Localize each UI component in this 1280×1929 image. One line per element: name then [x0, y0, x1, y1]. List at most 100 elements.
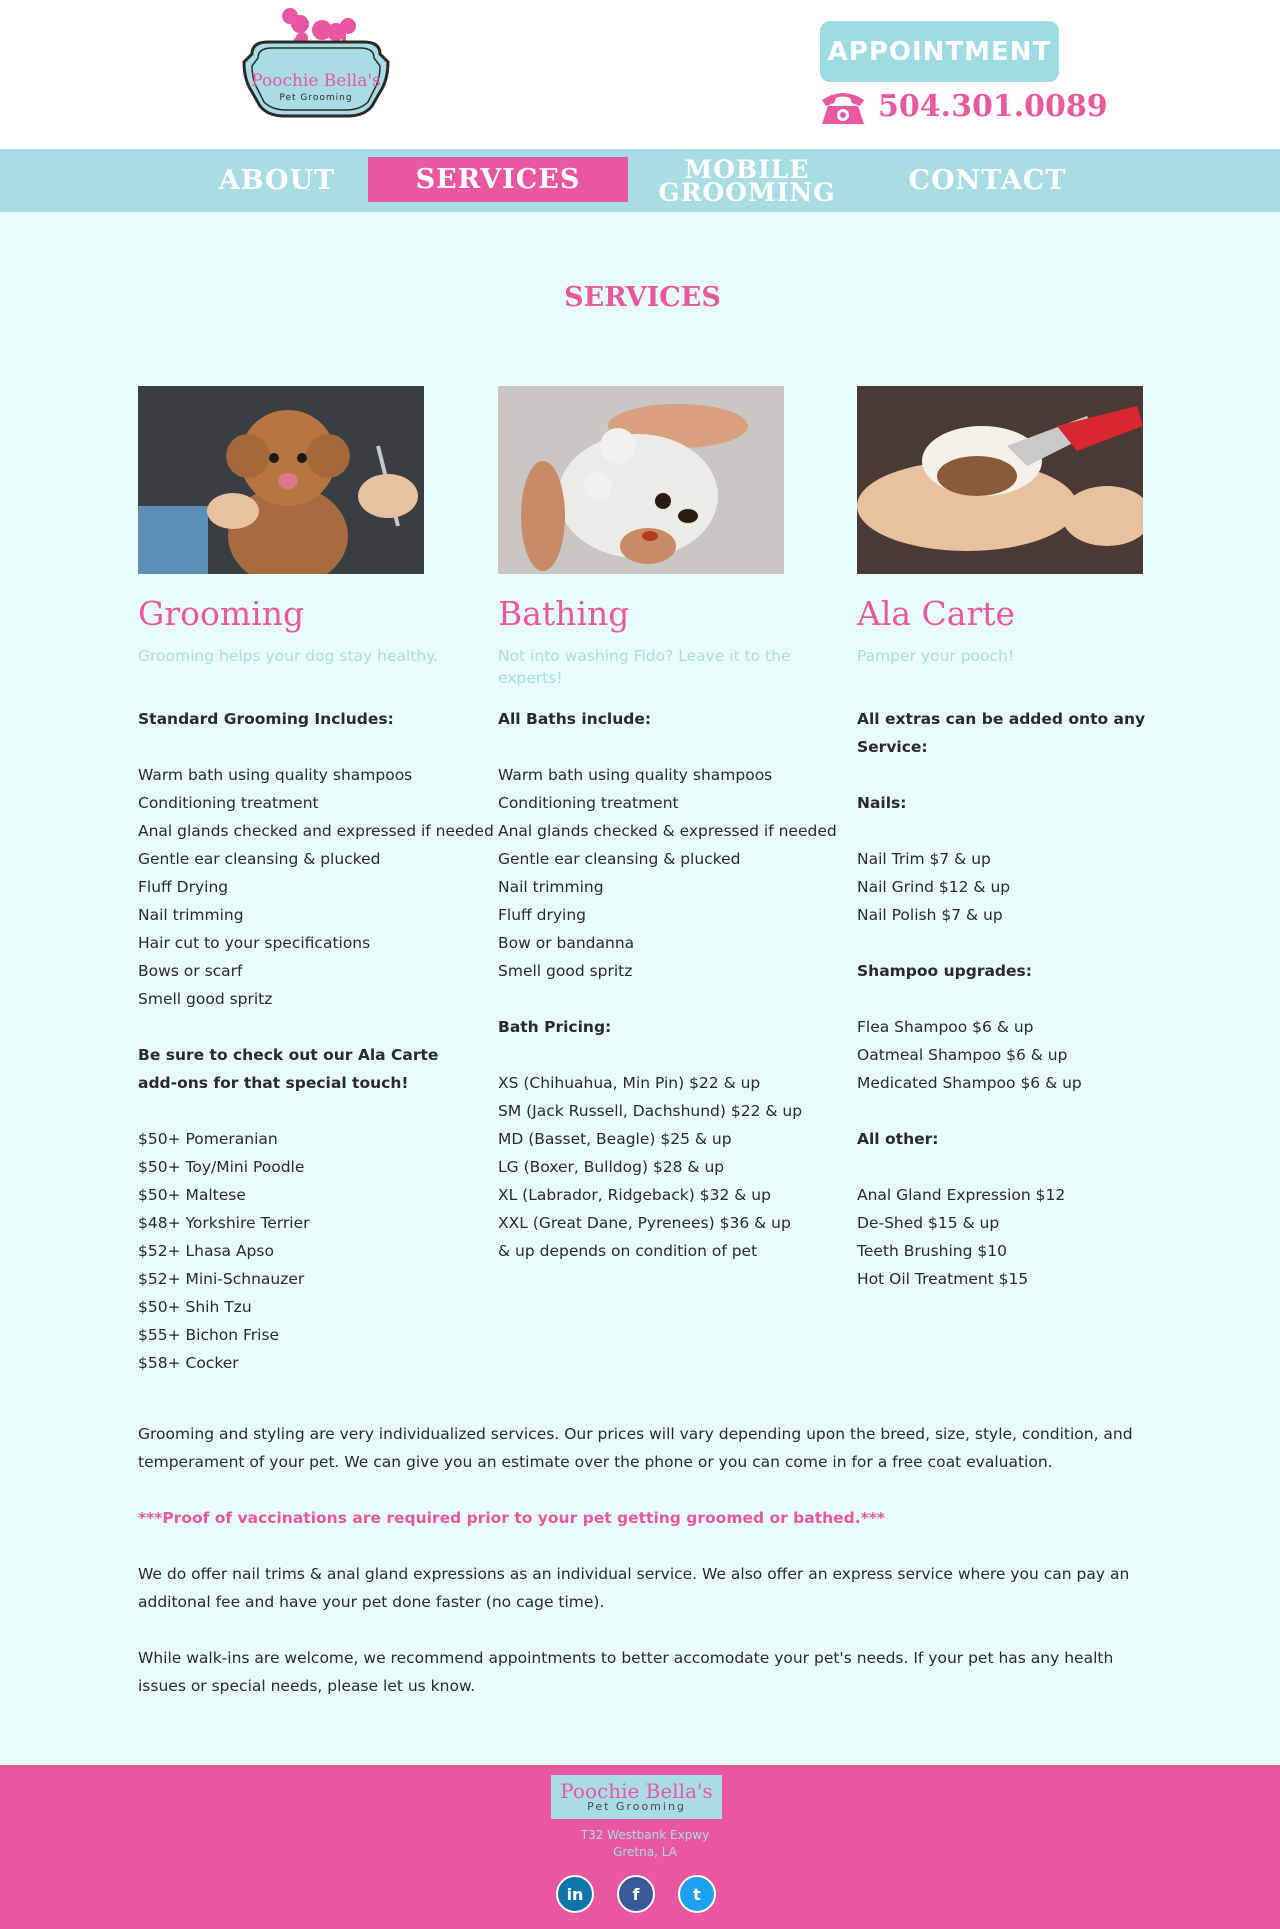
nav-item-contact[interactable]: CONTACT	[900, 149, 1075, 212]
list-item: Warm bath using quality shampoos	[138, 766, 413, 784]
bathing-details: All Baths include: Warm bath using qualit…	[498, 705, 858, 1265]
section-heading: add-ons for that special touch!	[138, 1074, 409, 1092]
site-header: Poochie Bella's Pet Grooming APPOINTMENT…	[0, 0, 1280, 149]
walkins-note: While walk-ins are welcome, we recommend…	[138, 1649, 1114, 1695]
phone-link[interactable]: 504.301.0089	[818, 86, 1108, 126]
list-item: Conditioning treatment	[498, 794, 679, 812]
nav-item-about[interactable]: ABOUT	[206, 149, 348, 212]
vaccination-note: ***Proof of vaccinations are required pr…	[138, 1509, 885, 1527]
appointment-button[interactable]: APPOINTMENT	[820, 21, 1059, 82]
list-item: Hair cut to your specifications	[138, 934, 371, 952]
list-item: Gentle ear cleansing & plucked	[138, 850, 381, 868]
list-item: XS (Chihuahua, Min Pin) $22 & up	[498, 1074, 761, 1092]
line-spacer	[498, 1041, 858, 1069]
section-heading: Standard Grooming Includes:	[138, 710, 394, 728]
linkedin-glyph: in	[566, 1884, 584, 1904]
line-spacer	[138, 1013, 498, 1041]
section-heading: Shampoo upgrades:	[857, 962, 1032, 980]
line-spacer	[498, 985, 858, 1013]
nav-item-mobile-grooming[interactable]: MOBILE GROOMING	[650, 149, 844, 212]
facebook-glyph: f	[632, 1884, 640, 1904]
address-line-2: Gretna, LA	[613, 1845, 677, 1859]
list-item: XXL (Great Dane, Pyrenees) $36 & up	[498, 1214, 791, 1232]
page-title: SERVICES	[564, 282, 721, 313]
twitter-icon[interactable]: t	[678, 1875, 716, 1913]
list-item: Oatmeal Shampoo $6 & up	[857, 1046, 1068, 1064]
list-item: $50+ Maltese	[138, 1186, 246, 1204]
bathing-title: Bathing	[498, 594, 630, 633]
list-item: Fluff drying	[498, 906, 587, 924]
logo-name-text: Poochie Bella's	[251, 71, 381, 91]
site-logo[interactable]: Poochie Bella's Pet Grooming	[222, 4, 410, 132]
service-notes: Grooming and styling are very individual…	[138, 1420, 1143, 1728]
list-item: Nail trimming	[138, 906, 244, 924]
grooming-details: Standard Grooming Includes: Warm bath usi…	[138, 705, 498, 1377]
twitter-glyph: t	[693, 1884, 701, 1904]
facebook-icon[interactable]: f	[617, 1875, 655, 1913]
express-note: We do offer nail trims & anal gland expr…	[138, 1565, 1130, 1611]
list-item: Medicated Shampoo $6 & up	[857, 1074, 1082, 1092]
line-spacer	[857, 985, 1217, 1013]
bathing-tagline: Not into washing Fido? Leave it to the e…	[498, 647, 791, 687]
list-item: De-Shed $15 & up	[857, 1214, 1000, 1232]
section-heading: Be sure to check out our Ala Carte	[138, 1046, 439, 1064]
footer-logo-sub: Pet Grooming	[587, 1800, 686, 1813]
list-item: Nail trimming	[498, 878, 604, 896]
line-spacer	[138, 733, 498, 761]
list-item: Nail Grind $12 & up	[857, 878, 1011, 896]
grooming-tagline: Grooming helps your dog stay healthy.	[138, 647, 439, 665]
pricing-note: Grooming and styling are very individual…	[138, 1425, 1133, 1471]
telephone-icon	[822, 93, 864, 124]
line-spacer	[857, 1097, 1217, 1125]
list-item: Teeth Brushing $10	[857, 1242, 1007, 1260]
grooming-photo	[138, 386, 424, 574]
logo-sub-text: Pet Grooming	[279, 93, 352, 103]
bathing-photo	[498, 386, 784, 574]
site-footer: Poochie Bella's Pet Grooming T32 Westban…	[0, 1765, 1280, 1929]
list-item: $52+ Lhasa Apso	[138, 1242, 274, 1260]
list-item: $50+ Shih Tzu	[138, 1298, 252, 1316]
line-spacer	[498, 733, 858, 761]
ala-carte-tagline: Pamper your pooch!	[857, 647, 1015, 665]
list-item: Smell good spritz	[498, 962, 633, 980]
list-item: $55+ Bichon Frise	[138, 1326, 280, 1344]
list-item: Fluff Drying	[138, 878, 229, 896]
phone-number: 504.301.0089	[878, 88, 1108, 124]
line-spacer	[857, 761, 1217, 789]
footer-address: T32 Westbank Expwy Gretna, LA	[0, 1827, 1280, 1861]
ala-carte-details: All extras can be added onto any Service:…	[857, 705, 1217, 1293]
list-item: Hot Oil Treatment $15	[857, 1270, 1029, 1288]
section-heading: All Baths include:	[498, 710, 652, 728]
list-item: Flea Shampoo $6 & up	[857, 1018, 1034, 1036]
nav-item-services[interactable]: SERVICES	[368, 157, 628, 202]
section-heading: All other:	[857, 1130, 939, 1148]
address-line-1: T32 Westbank Expwy	[580, 1828, 710, 1842]
list-item: Warm bath using quality shampoos	[498, 766, 773, 784]
footer-logo[interactable]: Poochie Bella's Pet Grooming	[551, 1775, 722, 1819]
linkedin-icon[interactable]: in	[556, 1875, 594, 1913]
list-item: Nail Polish $7 & up	[857, 906, 1003, 924]
list-item: $48+ Yorkshire Terrier	[138, 1214, 310, 1232]
service-column-ala-carte: Ala Carte Pamper your pooch! All extras …	[857, 386, 1217, 1293]
list-item: Anal glands checked & expressed if neede…	[498, 822, 837, 840]
footer-logo-name: Poochie Bella's	[560, 1779, 713, 1803]
list-item: $50+ Pomeranian	[138, 1130, 278, 1148]
grooming-title: Grooming	[138, 594, 305, 633]
section-heading: Nails:	[857, 794, 907, 812]
list-item: & up depends on condition of pet	[498, 1242, 758, 1260]
main-nav: ABOUT SERVICES MOBILE GROOMING CONTACT	[0, 149, 1280, 212]
list-item: Anal glands checked and expressed if nee…	[138, 822, 494, 840]
list-item: Bows or scarf	[138, 962, 243, 980]
section-heading: Service:	[857, 738, 928, 756]
ala-carte-title: Ala Carte	[857, 594, 1016, 633]
section-heading: Bath Pricing:	[498, 1018, 612, 1036]
list-item: $52+ Mini-Schnauzer	[138, 1270, 305, 1288]
list-item: Nail Trim $7 & up	[857, 850, 991, 868]
list-item: Gentle ear cleansing & plucked	[498, 850, 741, 868]
service-column-bathing: Bathing Not into washing Fido? Leave it …	[498, 386, 858, 1265]
line-spacer	[138, 1097, 498, 1125]
list-item: Conditioning treatment	[138, 794, 319, 812]
list-item: Anal Gland Expression $12	[857, 1186, 1066, 1204]
line-spacer	[857, 817, 1217, 845]
line-spacer	[857, 929, 1217, 957]
